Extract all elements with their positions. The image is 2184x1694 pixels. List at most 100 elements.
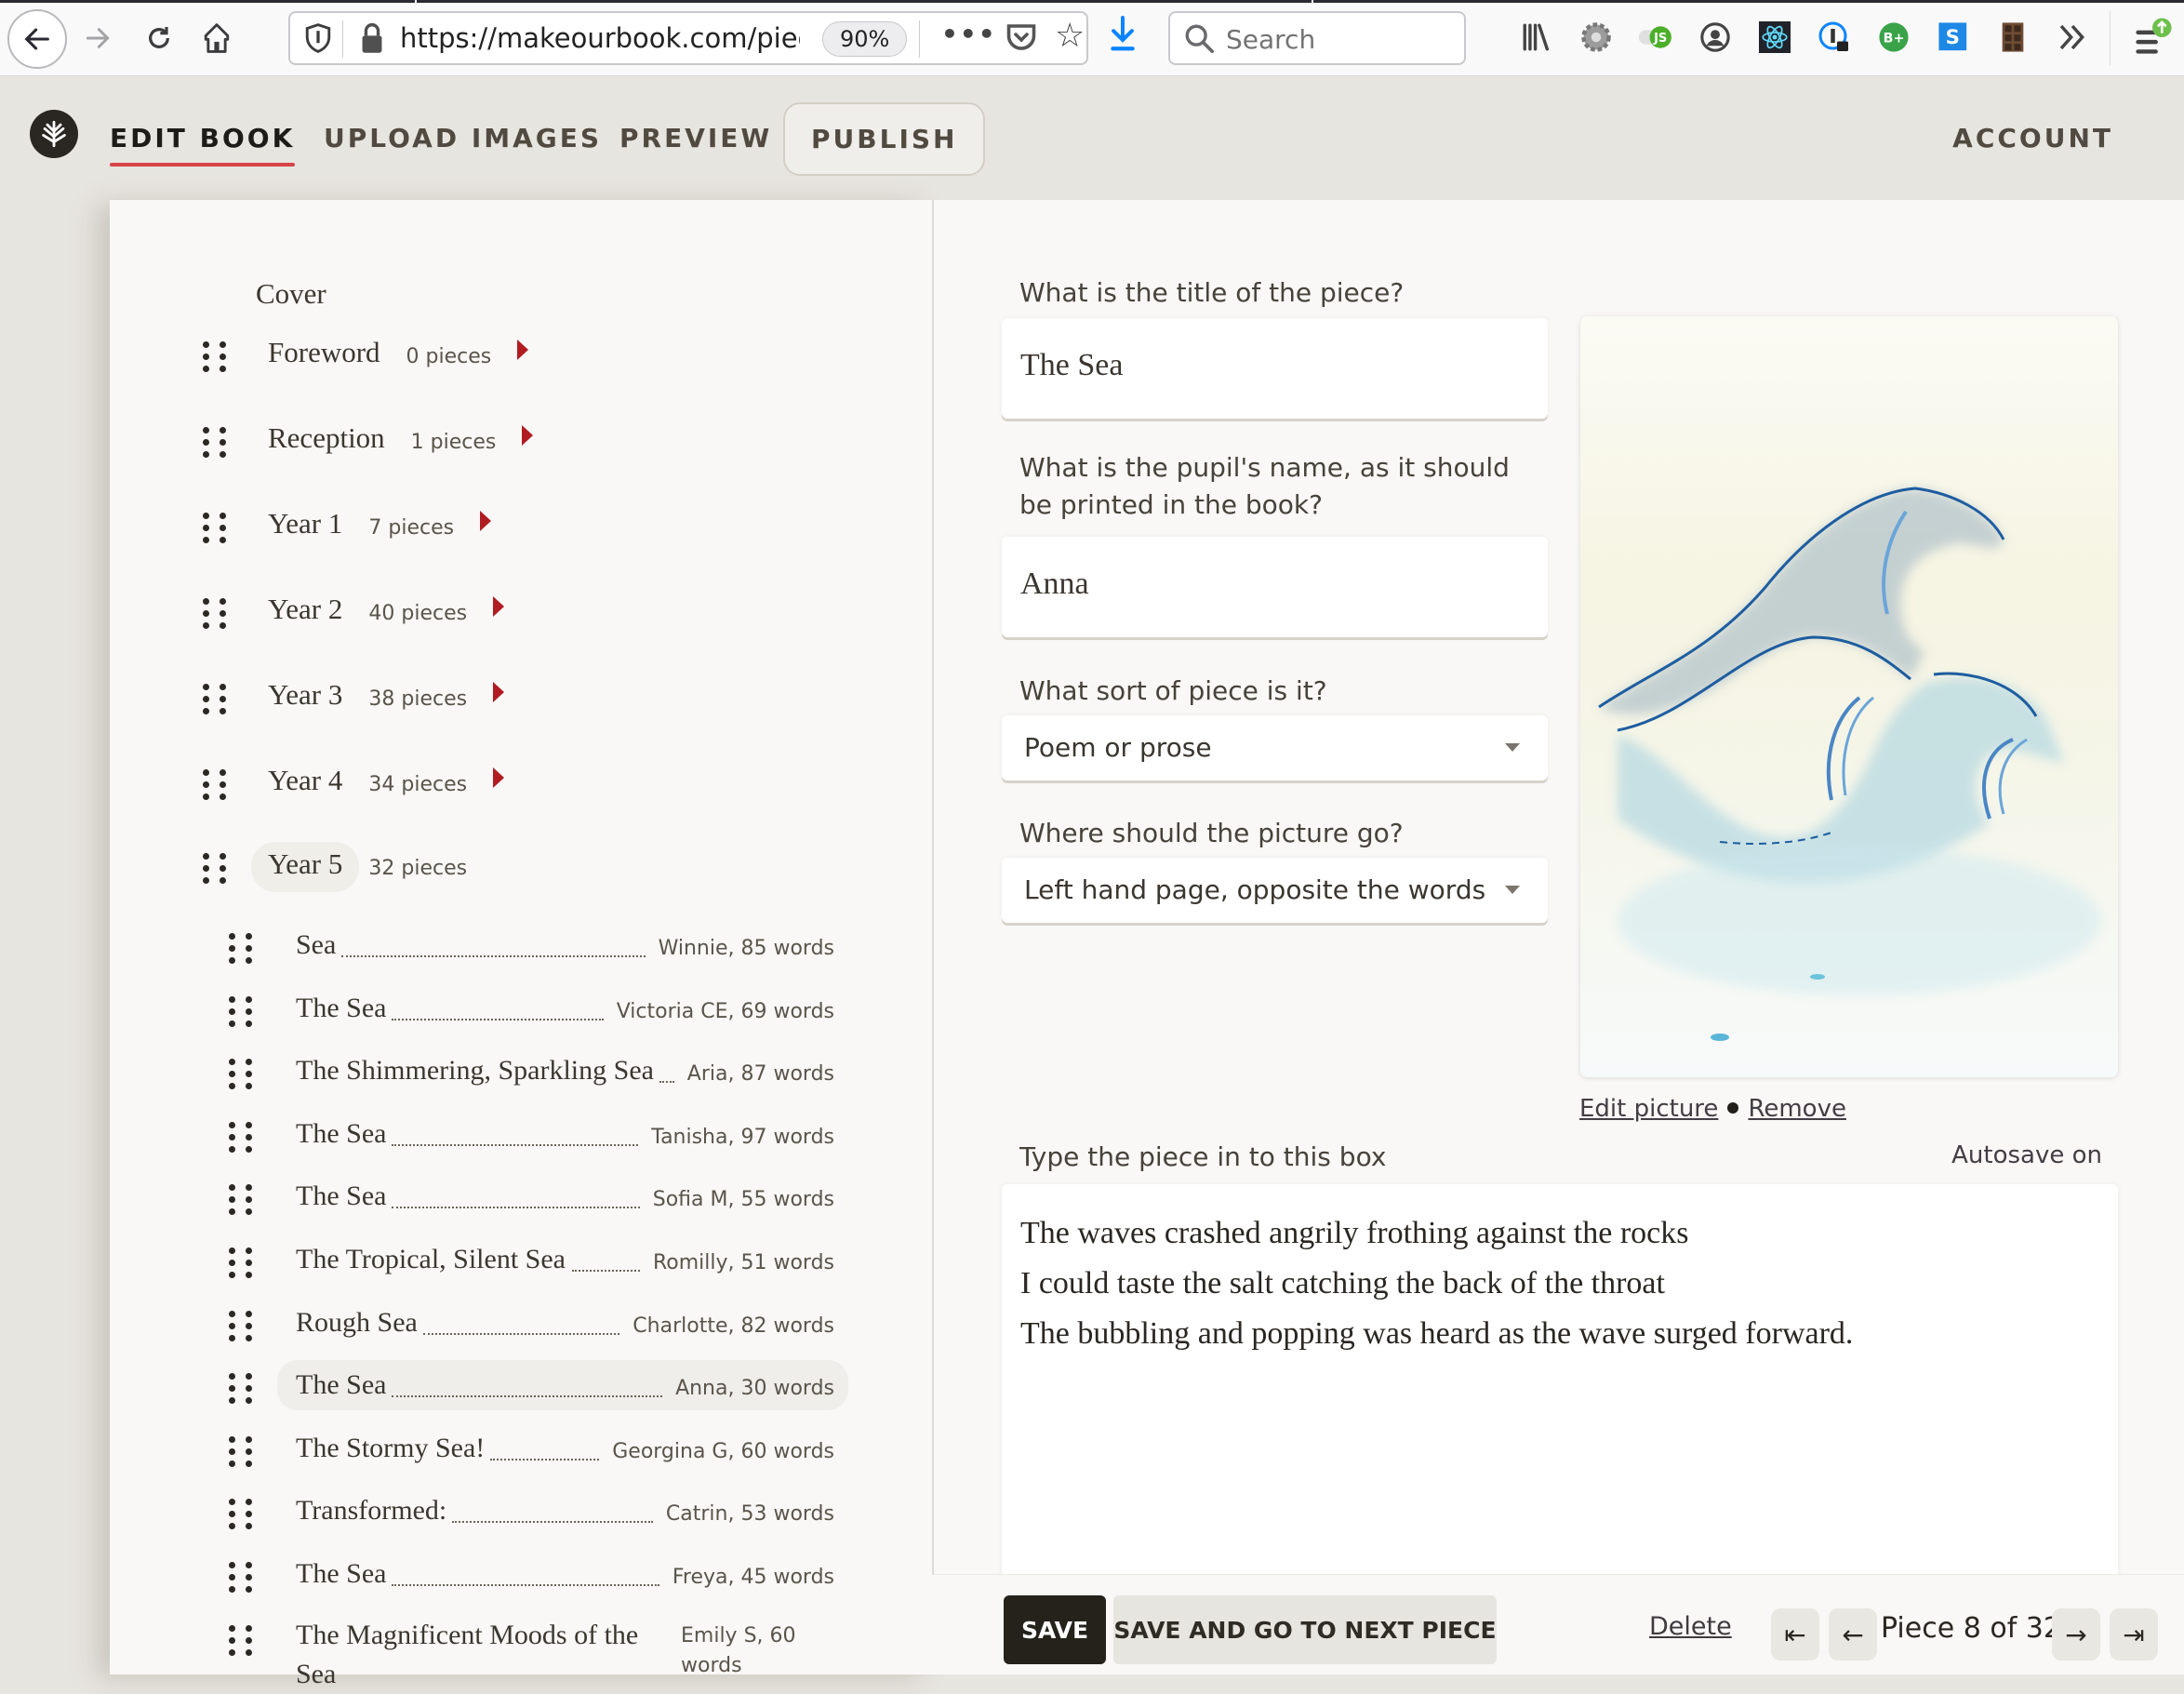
expand-arrow-icon[interactable] <box>522 425 534 446</box>
overflow-chevrons-icon[interactable] <box>2054 19 2091 56</box>
library-icon[interactable] <box>1518 19 1555 56</box>
outline-piece[interactable]: The Sea Anna, 30 words <box>110 1360 932 1418</box>
pupil-name-input[interactable]: Anna <box>1002 537 1548 637</box>
drag-handle-icon[interactable] <box>229 1247 253 1279</box>
outline-piece[interactable]: The Sea Tanisha, 97 words <box>110 1118 932 1167</box>
s-extension-icon[interactable]: S <box>1935 19 1972 56</box>
section-name[interactable]: Year 1 <box>268 507 342 540</box>
nav-edit-book[interactable]: EDIT BOOK <box>110 123 296 167</box>
section-name[interactable]: Year 4 <box>268 764 342 797</box>
chocolate-extension-icon[interactable] <box>1994 19 2031 56</box>
save-and-next-button[interactable]: SAVE AND GO TO NEXT PIECE <box>1113 1595 1497 1664</box>
picture-position-select[interactable]: Left hand page, opposite the words <box>1002 858 1548 923</box>
outline-section[interactable]: Year 3 38 pieces <box>110 678 854 738</box>
outline-section[interactable]: Reception 1 pieces <box>110 421 854 481</box>
nav-upload-images[interactable]: UPLOAD IMAGES <box>324 123 602 153</box>
section-name[interactable]: Year 2 <box>268 593 342 626</box>
bplus-extension-icon[interactable]: B+ <box>1875 19 1912 56</box>
search-input[interactable]: Search <box>1168 11 1466 65</box>
save-button[interactable]: SAVE <box>1004 1595 1106 1664</box>
outline-piece[interactable]: The Shimmering, Sparkling Sea Aria, 87 wo… <box>110 1055 932 1103</box>
delete-link[interactable]: Delete <box>1649 1612 1732 1641</box>
lock-icon[interactable] <box>359 22 385 54</box>
outline-piece[interactable]: The Sea Sofia M, 55 words <box>110 1180 932 1229</box>
tracking-shield-icon[interactable] <box>303 22 333 54</box>
home-button[interactable] <box>192 13 242 63</box>
menu-update-icon[interactable] <box>2132 18 2173 56</box>
account-extension-icon[interactable] <box>1697 19 1734 56</box>
outline-section[interactable]: Year 2 40 pieces <box>110 593 854 652</box>
section-name[interactable]: Foreword <box>268 336 380 369</box>
drag-handle-icon[interactable] <box>229 933 253 965</box>
drag-handle-icon[interactable] <box>229 995 253 1028</box>
drag-handle-icon[interactable] <box>203 598 227 630</box>
first-piece-button[interactable]: ⇤ <box>1771 1608 1819 1661</box>
expand-arrow-icon[interactable] <box>493 767 505 788</box>
nav-publish-button[interactable]: PUBLISH <box>783 102 986 176</box>
outline-piece[interactable]: The Tropical, Silent Sea Romilly, 51 word… <box>110 1244 932 1292</box>
drag-handle-icon[interactable] <box>203 684 227 715</box>
back-button[interactable] <box>7 9 67 69</box>
drag-handle-icon[interactable] <box>229 1562 253 1594</box>
expand-arrow-icon[interactable] <box>493 596 505 617</box>
forward-button[interactable] <box>73 13 123 63</box>
reload-button[interactable] <box>134 13 184 63</box>
expand-arrow-icon[interactable] <box>493 682 505 702</box>
drag-handle-icon[interactable] <box>203 769 227 801</box>
outline-piece[interactable]: The Magnificent Moods of the Sea Emily S,… <box>110 1620 932 1689</box>
outline-section[interactable]: Year 1 7 pieces <box>110 507 854 567</box>
download-icon[interactable] <box>1107 15 1139 52</box>
outline-piece[interactable]: The Stormy Sea! Georgina G, 60 words <box>110 1433 932 1481</box>
password-manager-icon[interactable] <box>1816 19 1853 56</box>
drag-handle-icon[interactable] <box>229 1121 253 1154</box>
react-devtools-icon[interactable] <box>1756 19 1793 56</box>
piece-type-select[interactable]: Poem or prose <box>1002 715 1548 780</box>
outline-section[interactable]: Year 5 32 pieces <box>110 842 854 907</box>
page-actions-menu[interactable]: ••• <box>941 19 997 49</box>
url-text[interactable]: https://makeourbook.com/pieces/1 <box>400 22 800 54</box>
outline-piece[interactable]: Rough Sea Charlotte, 82 words <box>110 1307 932 1355</box>
zoom-level-badge[interactable]: 90% <box>822 21 908 57</box>
drag-handle-icon[interactable] <box>229 1624 253 1657</box>
logo[interactable] <box>30 110 78 158</box>
drag-handle-icon[interactable] <box>229 1435 253 1468</box>
pocket-icon[interactable] <box>1005 20 1038 54</box>
drag-handle-icon[interactable] <box>229 1059 253 1090</box>
section-name[interactable]: Year 5 <box>268 847 342 881</box>
outline-section[interactable]: Year 4 34 pieces <box>110 764 854 823</box>
drag-handle-icon[interactable] <box>229 1310 253 1342</box>
remove-picture-link[interactable]: Remove <box>1748 1095 1846 1123</box>
drag-handle-icon[interactable] <box>229 1373 253 1405</box>
outline-section[interactable]: Foreword 0 pieces <box>110 336 854 395</box>
title-input[interactable]: The Sea <box>1002 318 1548 419</box>
nav-account[interactable]: ACCOUNT <box>1952 123 2113 153</box>
section-name[interactable]: Year 3 <box>268 678 342 712</box>
url-bar[interactable]: https://makeourbook.com/pieces/1 90% •••… <box>288 11 1088 65</box>
drag-handle-icon[interactable] <box>203 341 227 373</box>
bookmark-star-icon[interactable]: ☆ <box>1055 17 1085 55</box>
drag-handle-icon[interactable] <box>203 853 227 885</box>
gear-extension-icon[interactable] <box>1578 19 1615 56</box>
piece-picture[interactable] <box>1580 316 2118 1077</box>
drag-handle-icon[interactable] <box>203 427 227 459</box>
outline-piece[interactable]: The Sea Victoria CE, 69 words <box>110 993 932 1041</box>
drag-handle-icon[interactable] <box>229 1499 253 1530</box>
tab-strip <box>0 0 2184 3</box>
outline-piece[interactable]: Transformed: Catrin, 53 words <box>110 1495 932 1543</box>
section-name[interactable]: Reception <box>268 421 385 455</box>
reload-icon <box>149 27 169 48</box>
expand-arrow-icon[interactable] <box>480 511 492 531</box>
last-piece-button[interactable]: ⇥ <box>2110 1608 2158 1661</box>
previous-piece-button[interactable]: ← <box>1829 1608 1877 1661</box>
edit-picture-link[interactable]: Edit picture <box>1579 1095 1718 1123</box>
nav-preview[interactable]: PREVIEW <box>619 123 772 153</box>
next-piece-button[interactable]: → <box>2052 1608 2100 1661</box>
drag-handle-icon[interactable] <box>203 513 227 544</box>
expand-arrow-icon[interactable] <box>517 340 529 360</box>
piece-text-area[interactable]: The waves crashed angrily frothing again… <box>1002 1184 2118 1584</box>
js-toggle-extension-icon[interactable]: JS <box>1637 19 1674 56</box>
outline-cover[interactable]: Cover <box>256 277 326 311</box>
drag-handle-icon[interactable] <box>229 1184 253 1216</box>
outline-piece[interactable]: The Sea Freya, 45 words <box>110 1558 932 1607</box>
outline-piece[interactable]: Sea Winnie, 85 words <box>110 929 932 978</box>
